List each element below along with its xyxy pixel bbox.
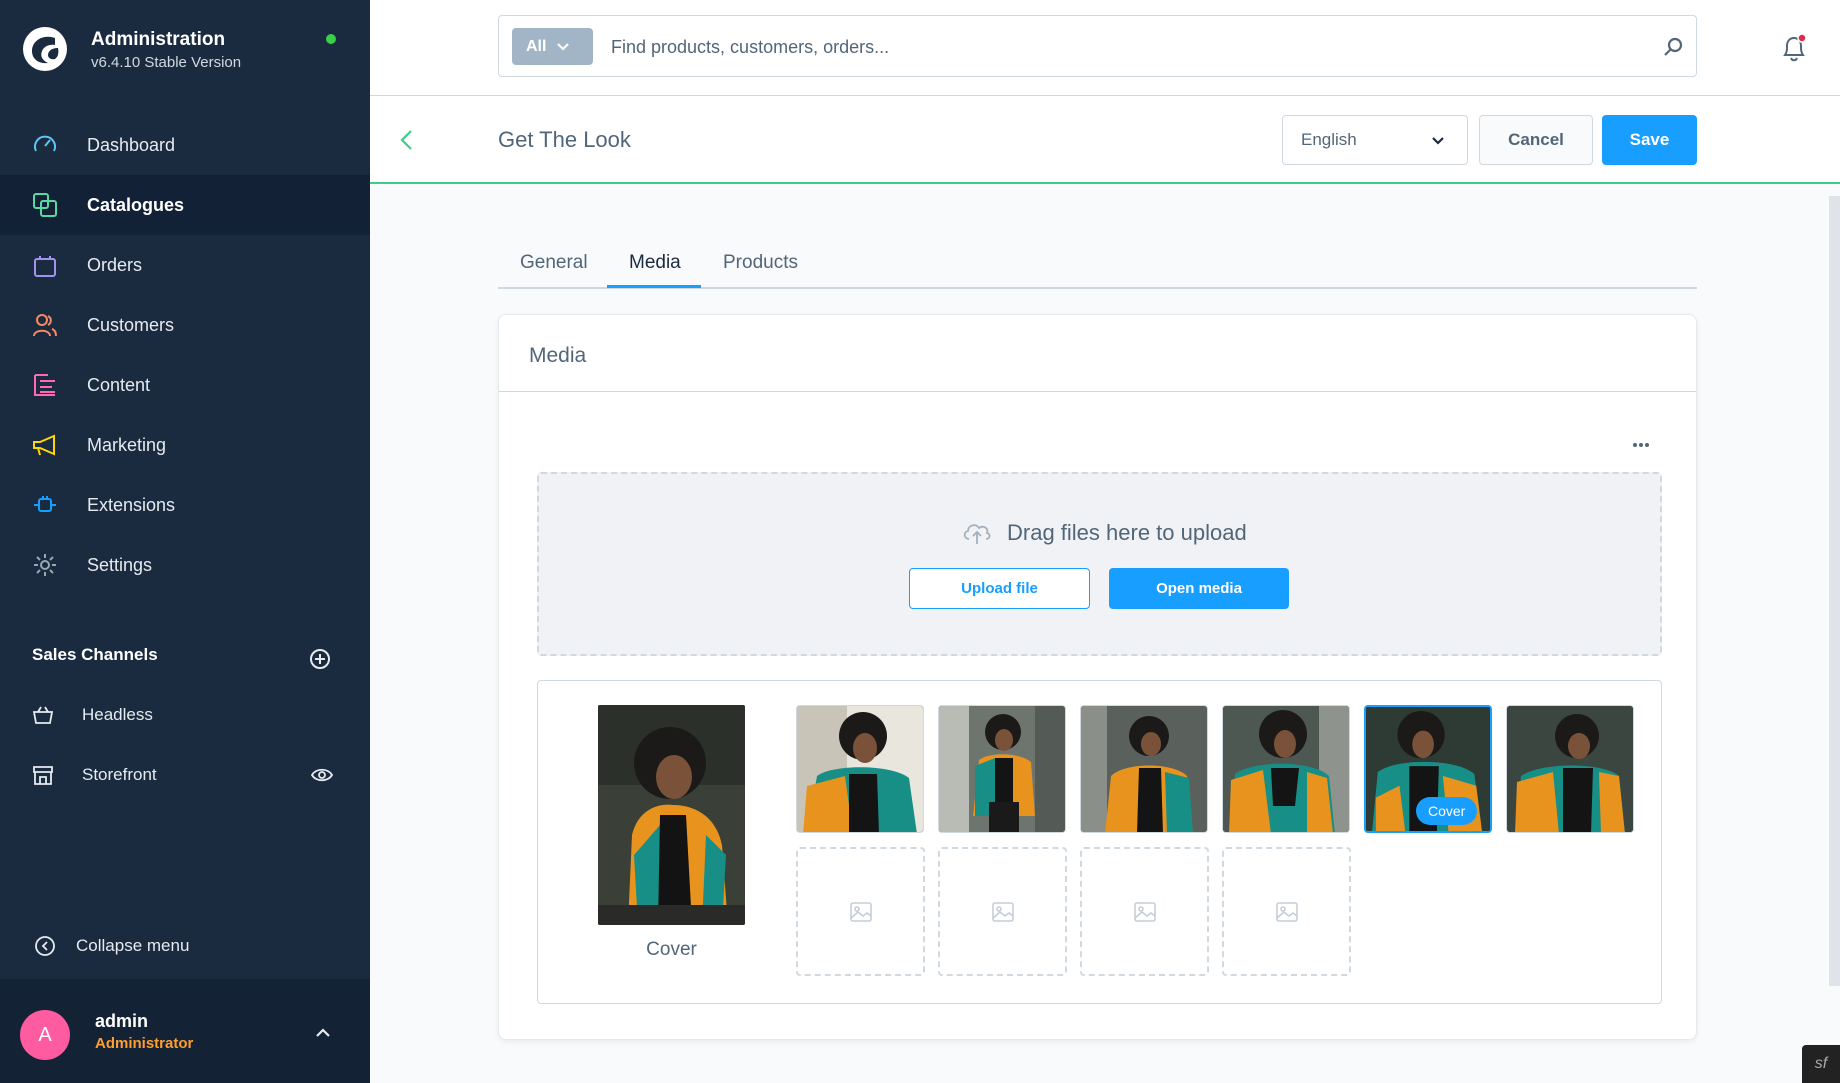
tab-products[interactable]: Products — [723, 252, 798, 289]
shopping-bag-icon — [32, 252, 58, 278]
search-type-label: All — [526, 37, 547, 55]
card-header: Media — [499, 315, 1696, 392]
sales-channels-heading: Sales Channels — [32, 645, 158, 664]
notification-bell-icon[interactable] — [1780, 33, 1808, 63]
page-title: Get The Look — [498, 127, 631, 152]
language-select[interactable]: English — [1282, 115, 1468, 165]
cancel-button[interactable]: Cancel — [1479, 115, 1593, 165]
cover-image-preview — [598, 705, 745, 925]
open-media-button[interactable]: Open media — [1109, 568, 1289, 609]
nav-label: Content — [87, 374, 151, 395]
card-title: Media — [529, 344, 587, 367]
nav-label: Dashboard — [87, 134, 176, 155]
cover-badge: Cover — [1416, 797, 1478, 825]
nav-label: Orders — [87, 254, 143, 275]
media-thumbnail[interactable] — [796, 705, 924, 833]
avatar: A — [20, 1010, 70, 1060]
sales-channel-label: Storefront — [82, 765, 157, 784]
nav-item-catalogues[interactable]: Catalogues — [0, 175, 370, 235]
sales-channel-label: Headless — [82, 705, 153, 724]
app-title: Administration — [91, 29, 226, 50]
nav-item-content[interactable]: Content — [0, 355, 370, 415]
user-menu[interactable]: A admin Administrator — [0, 979, 370, 1083]
user-role: Administrator — [95, 1035, 194, 1052]
save-button[interactable]: Save — [1602, 115, 1697, 165]
symfony-toolbar-icon[interactable]: sf — [1802, 1045, 1840, 1083]
global-search: All — [498, 15, 1697, 77]
chevron-left-circle-icon — [35, 936, 55, 956]
back-arrow-icon[interactable] — [397, 129, 417, 151]
top-bar: All — [370, 0, 1840, 96]
search-input[interactable] — [611, 30, 1611, 64]
nav-item-marketing[interactable]: Marketing — [0, 415, 370, 475]
plug-icon — [32, 492, 58, 518]
media-thumbnail[interactable] — [938, 705, 1066, 833]
nav-item-dashboard[interactable]: Dashboard — [0, 115, 370, 175]
add-sales-channel-icon[interactable] — [309, 648, 331, 670]
nav-label: Customers — [87, 314, 175, 335]
chevron-down-icon — [557, 42, 570, 51]
sidebar: Administration v6.4.10 Stable Version Da… — [0, 0, 370, 1083]
empty-media-slot[interactable] — [938, 847, 1067, 976]
language-value: English — [1301, 130, 1357, 149]
scrollbar[interactable] — [1829, 196, 1840, 986]
nav-item-orders[interactable]: Orders — [0, 235, 370, 295]
user-name: admin — [95, 1011, 149, 1031]
sales-channel-headless[interactable]: Headless — [0, 690, 370, 740]
nav-label: Settings — [87, 554, 153, 575]
media-thumbnail[interactable] — [1506, 705, 1634, 833]
page-header: Get The Look English Cancel Save — [370, 96, 1840, 184]
image-placeholder-icon — [1133, 901, 1156, 922]
nav-item-extensions[interactable]: Extensions — [0, 475, 370, 535]
cover-label: Cover — [646, 939, 697, 960]
gear-icon — [32, 552, 58, 578]
nav-label: Catalogues — [87, 194, 185, 215]
nav-item-settings[interactable]: Settings — [0, 535, 370, 595]
media-thumbnail[interactable] — [1222, 705, 1350, 833]
image-placeholder-icon — [1275, 901, 1298, 922]
image-placeholder-icon — [849, 901, 872, 922]
cloud-upload-icon — [963, 524, 991, 544]
active-tab-indicator — [607, 285, 701, 288]
upload-file-button[interactable]: Upload file — [909, 568, 1090, 609]
tab-bar: General Media Products — [498, 244, 1697, 289]
eye-icon[interactable] — [311, 767, 333, 783]
media-thumbnail-selected[interactable]: Cover — [1364, 705, 1492, 833]
media-card: Media Drag files here to upload Upload f… — [498, 314, 1697, 1040]
search-type-select[interactable]: All — [512, 28, 593, 65]
nav-label: Extensions — [87, 494, 176, 515]
empty-media-slot[interactable] — [796, 847, 925, 976]
collapse-menu-button[interactable]: Collapse menu — [34, 935, 189, 957]
image-placeholder-icon — [991, 901, 1014, 922]
catalogue-icon — [32, 192, 58, 218]
media-thumbnail[interactable] — [1080, 705, 1208, 833]
chevron-down-icon — [1432, 137, 1444, 145]
upload-dropzone[interactable]: Drag files here to upload Upload file Op… — [537, 472, 1662, 656]
megaphone-icon — [32, 432, 58, 458]
gauge-icon — [32, 132, 58, 158]
content-icon — [32, 372, 58, 398]
users-icon — [32, 312, 58, 338]
empty-media-slot[interactable] — [1080, 847, 1209, 976]
storefront-icon — [32, 764, 54, 786]
shopware-logo-icon — [23, 27, 67, 71]
tab-media[interactable]: Media — [629, 252, 681, 289]
sales-channel-storefront[interactable]: Storefront — [0, 750, 370, 800]
dropzone-text: Drag files here to upload — [1007, 520, 1247, 545]
nav-item-customers[interactable]: Customers — [0, 295, 370, 355]
empty-media-slot[interactable] — [1222, 847, 1351, 976]
more-options-icon[interactable] — [1632, 441, 1650, 449]
main-nav: Dashboard Catalogues Orders Customers Co… — [0, 115, 370, 595]
media-gallery: Cover Cover — [537, 680, 1662, 1004]
app-version: v6.4.10 Stable Version — [91, 54, 242, 71]
tab-general[interactable]: General — [520, 252, 588, 289]
status-dot — [326, 34, 336, 44]
search-icon[interactable] — [1661, 35, 1685, 59]
brand: Administration v6.4.10 Stable Version — [0, 0, 370, 100]
basket-icon — [32, 704, 54, 726]
chevron-up-icon[interactable] — [313, 1026, 333, 1040]
collapse-menu-label: Collapse menu — [76, 936, 190, 955]
nav-label: Marketing — [87, 434, 167, 455]
